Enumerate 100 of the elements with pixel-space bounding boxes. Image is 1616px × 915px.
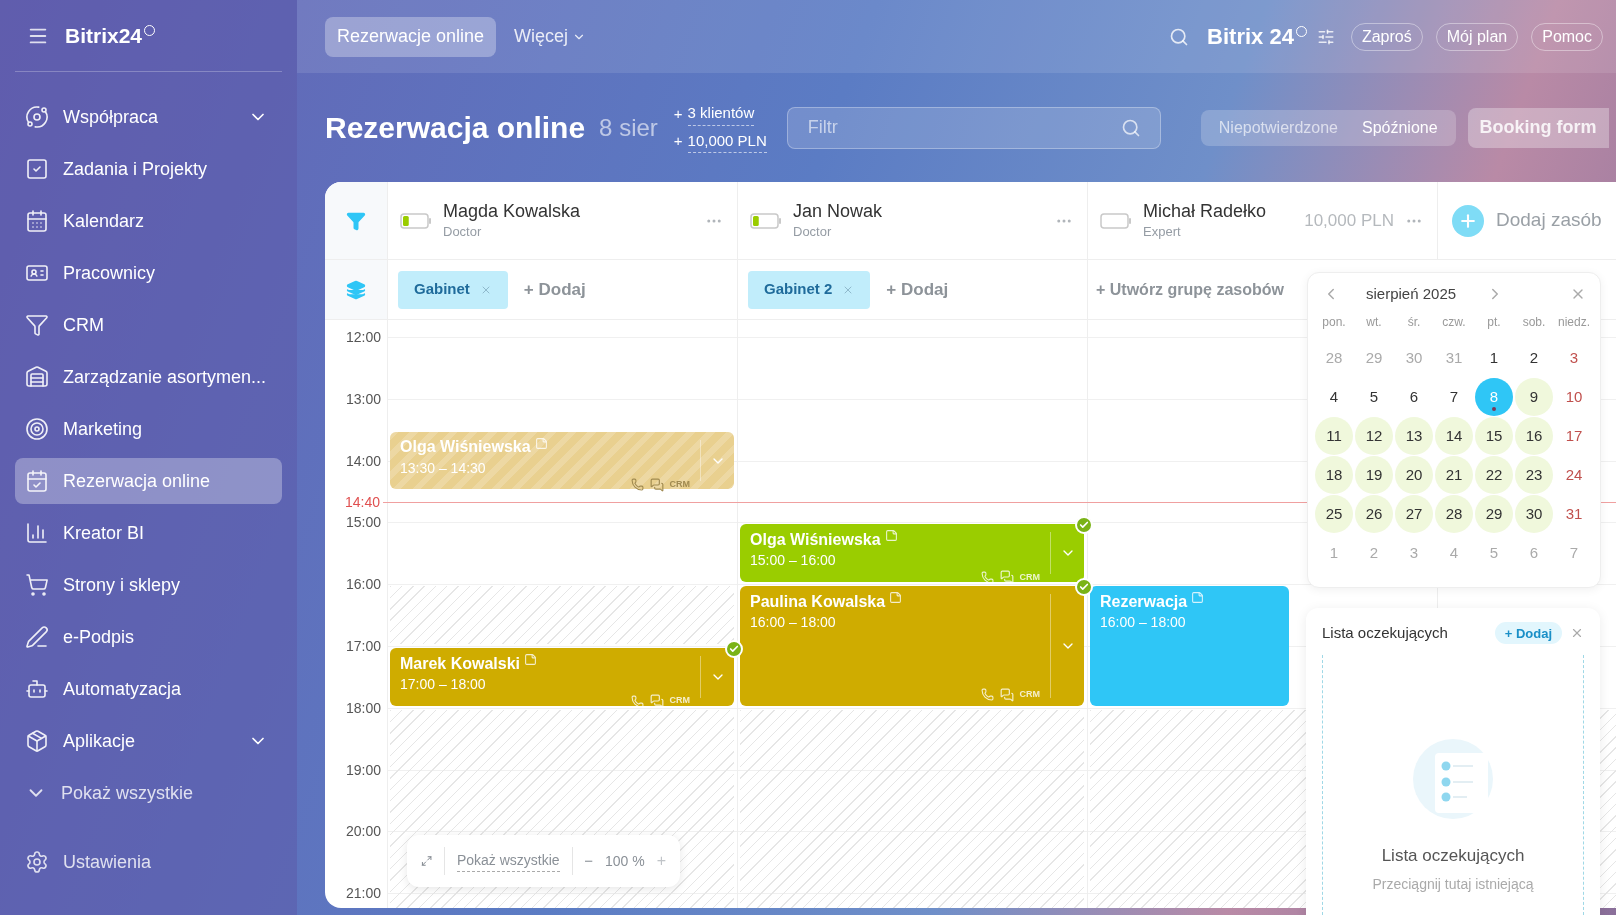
sidebar-item[interactable]: Kreator BI [15, 510, 282, 556]
page-date: 8 sier [599, 112, 658, 143]
note-icon [1191, 591, 1205, 605]
calendar-day[interactable]: 23 [1515, 456, 1553, 494]
sidebar-item[interactable]: Pokaż wszystkie [15, 770, 282, 816]
calendar-day[interactable]: 17 [1555, 417, 1593, 455]
calendar-day[interactable]: 26 [1355, 495, 1393, 533]
calendar-day[interactable]: 20 [1395, 456, 1433, 494]
filter-icon[interactable] [346, 210, 366, 231]
app-logo[interactable]: Bitrix24 [65, 19, 143, 52]
note-icon [889, 591, 903, 605]
add-group-link[interactable]: + Dodaj [523, 276, 586, 303]
hour-label: 17:00 [345, 638, 381, 654]
resource-name: Magda Kowalska [443, 199, 582, 222]
hour-label: 16:00 [345, 576, 381, 593]
panel-title: Lista oczekujących [1322, 623, 1448, 643]
calendar-day[interactable]: 19 [1355, 456, 1393, 494]
battery-icon [750, 212, 782, 229]
calendar-day[interactable]: 16 [1515, 417, 1553, 455]
add-resource-button[interactable]: Dodaj zasób [1437, 182, 1616, 259]
chat-icon[interactable] [999, 687, 1014, 702]
stat-link[interactable]: 10,000 PLN [687, 129, 767, 153]
calendar-day[interactable]: 1 [1475, 339, 1513, 377]
zoom-out-button[interactable]: − [584, 849, 593, 873]
calendar-day[interactable]: 31 [1555, 495, 1593, 533]
calendar-day[interactable]: 10 [1555, 378, 1593, 416]
weekday-label: pon. [1321, 314, 1347, 331]
hour-label: 18:00 [345, 699, 381, 716]
layers-icon[interactable] [346, 279, 366, 300]
booking-card[interactable]: Olga Wiśniewska 13:30 – 14:30 CRM [390, 431, 734, 490]
zoom-value: 100 % [604, 851, 645, 871]
calendar-day[interactable]: 18 [1315, 456, 1353, 494]
calendar-day[interactable]: 27 [1395, 495, 1433, 533]
calendar-day[interactable]: 13 [1395, 417, 1433, 455]
calendar-day[interactable]: 28 [1435, 495, 1473, 533]
chat-icon[interactable] [649, 694, 664, 708]
calendar-day[interactable]: 2 [1515, 339, 1553, 377]
sidebar-item[interactable]: Pracownicy [15, 250, 282, 296]
calendar-day[interactable]: 4 [1315, 378, 1353, 416]
calendar-day[interactable]: 7 [1435, 378, 1473, 416]
search-icon [1120, 117, 1141, 138]
sidebar-item[interactable]: Kalendarz [15, 198, 282, 244]
phone-icon[interactable] [630, 478, 644, 492]
group-chip[interactable]: Gabinet 2 [748, 270, 871, 309]
add-button[interactable]: + Dodaj [1494, 622, 1562, 645]
calendar-day[interactable]: 21 [1435, 456, 1473, 494]
calendar-day[interactable]: 24 [1555, 456, 1593, 494]
calendar-day[interactable]: 14 [1435, 417, 1473, 455]
crm-label[interactable]: CRM [669, 477, 690, 492]
top-tab[interactable]: Więcej [502, 16, 599, 57]
calendar-day[interactable]: 5 [1355, 378, 1393, 416]
calendar-day[interactable]: 6 [1395, 378, 1433, 416]
group-chip[interactable]: Gabinet [398, 270, 508, 309]
plus-icon [1452, 204, 1484, 237]
calendar-day[interactable]: 12 [1355, 417, 1393, 455]
hour-label: 21:00 [345, 885, 381, 902]
funnel-icon [25, 313, 49, 337]
sidebar-item[interactable]: Strony i sklepy [15, 562, 282, 608]
add-group-link[interactable]: + Dodaj [886, 276, 949, 303]
client-name: Marek Kowalski [400, 653, 521, 674]
hour-label: 20:00 [345, 823, 381, 840]
sidebar-item[interactable]: CRM [15, 302, 282, 348]
chat-icon[interactable] [649, 477, 664, 492]
sidebar-item[interactable]: Ustawienia [15, 839, 282, 885]
plus-sign: + [673, 131, 683, 151]
calendar-day[interactable]: 22 [1475, 456, 1513, 494]
sidebar-item[interactable]: e-Podpis [15, 614, 282, 660]
empty-title: Lista oczekujących [1381, 844, 1525, 867]
sidebar-item[interactable]: Automatyzacja [15, 666, 282, 712]
show-all-link[interactable]: Pokaż wszystkie [456, 850, 560, 872]
top-tab[interactable]: Rezerwacje online [325, 16, 497, 57]
client-name: Rezerwacja [1100, 591, 1188, 612]
sidebar-item[interactable]: Współpraca [15, 94, 282, 140]
calendar-day[interactable]: 9 [1515, 378, 1553, 416]
sidebar-item[interactable]: Aplikacje [15, 718, 282, 764]
resource-role: Expert [1143, 222, 1182, 241]
resource-header[interactable]: Michał Radełko Expert 10,000 PLN [1087, 182, 1437, 259]
calendar-day[interactable]: 30 [1515, 495, 1553, 533]
resource-name: Michał Radełko [1143, 199, 1268, 222]
chat-icon[interactable] [999, 570, 1014, 585]
calendar-day[interactable]: 29 [1475, 495, 1513, 533]
booking-time: 16:00 – 18:00 [750, 613, 837, 633]
calendar-day[interactable]: 3 [1555, 339, 1593, 377]
search-icon[interactable] [1169, 26, 1190, 47]
sidebar-item[interactable]: Zadania i Projekty [15, 146, 282, 192]
sidebar-item[interactable]: Marketing [15, 406, 282, 452]
stat-link[interactable]: 3 klientów [687, 102, 755, 126]
sidebar-item[interactable]: Zarządzanie asortymen... [15, 354, 282, 400]
sliders-icon[interactable] [1316, 27, 1335, 46]
create-group-link[interactable]: + Utwórz grupę zasobów [1096, 277, 1284, 302]
resource-header[interactable]: Magda Kowalska Doctor [387, 182, 737, 259]
task-check-icon [25, 157, 49, 181]
calendar-day[interactable]: 11 [1315, 417, 1353, 455]
empty-hint: Przeciągnij tutaj istniejącą [1372, 875, 1534, 894]
sidebar-item[interactable]: Rezerwacja online [15, 458, 282, 504]
calendar-day[interactable]: 1 [1315, 534, 1353, 572]
calendar-day[interactable]: 25 [1315, 495, 1353, 533]
pen-icon [25, 625, 49, 649]
resource-header[interactable]: Jan Nowak Doctor [737, 182, 1087, 259]
calendar-day[interactable]: 15 [1475, 417, 1513, 455]
